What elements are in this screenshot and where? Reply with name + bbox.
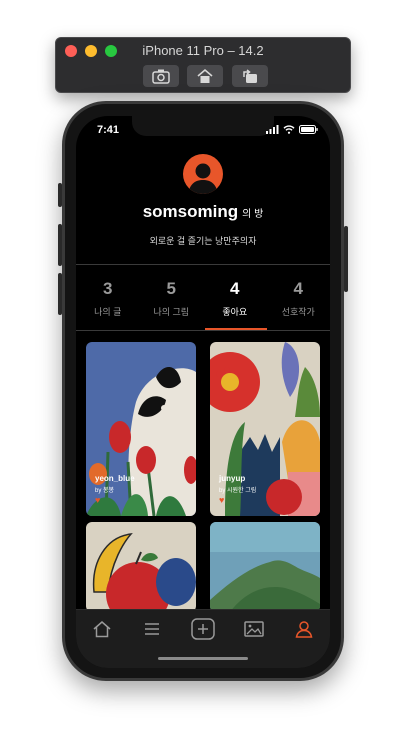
screenshot-icon — [152, 69, 170, 84]
tab-gallery[interactable] — [242, 618, 266, 640]
tab-profile[interactable] — [292, 618, 316, 640]
profile-stats-tabs: 3 나의 글 5 나의 그림 4 좋아요 4 선호작가 — [76, 266, 330, 330]
home-icon — [197, 68, 213, 83]
person-silhouette-icon — [188, 163, 218, 194]
stat-tab-likes[interactable]: 4 좋아요 — [203, 266, 267, 330]
signal-icon — [266, 125, 279, 134]
rotate-icon — [243, 69, 257, 83]
rotate-button[interactable] — [232, 65, 268, 87]
add-icon — [191, 618, 215, 640]
home-indicator[interactable] — [158, 657, 248, 660]
notch — [132, 116, 274, 136]
artwork-card[interactable]: yeon_blue by 봉봉 ♥ — [86, 342, 196, 516]
artwork-card[interactable] — [210, 522, 320, 612]
stat-label: 좋아요 — [222, 307, 248, 317]
tab-home[interactable] — [90, 618, 114, 640]
volume-down-button — [58, 273, 62, 315]
artwork-card[interactable]: junyup by 시원한 그림 ♥ — [210, 342, 320, 516]
tab-list[interactable] — [140, 618, 164, 640]
stat-tab-my-drawings[interactable]: 5 나의 그림 — [140, 266, 204, 330]
stat-tab-my-posts[interactable]: 3 나의 글 — [76, 266, 140, 330]
mute-switch — [58, 183, 62, 207]
tab-add[interactable] — [191, 618, 215, 640]
profile-icon — [295, 621, 313, 638]
app-screen: 7:41 somsoming 의 방 외로운 걸 즐기는 낭만주의자 3 나의 … — [76, 116, 330, 668]
artwork-thumbnail — [210, 522, 320, 612]
list-icon — [145, 623, 159, 635]
stat-count: 5 — [166, 279, 176, 298]
artwork-artist: junyup — [219, 474, 246, 483]
artwork-card[interactable] — [86, 522, 196, 612]
divider — [76, 330, 330, 331]
profile-name: somsoming — [142, 202, 239, 221]
artwork-meta: yeon_blue by 봉봉 ♥ — [95, 474, 135, 505]
power-button — [344, 226, 348, 292]
simulator-toolbar: iPhone 11 Pro – 14.2 — [55, 37, 351, 93]
home-button[interactable] — [187, 65, 223, 87]
artwork-meta: junyup by 시원한 그림 ♥ — [219, 474, 256, 505]
stat-label: 나의 글 — [94, 307, 122, 317]
stat-label: 선호작가 — [281, 307, 315, 317]
profile-title: somsoming 의 방 — [76, 202, 330, 222]
stat-tab-favorite-artists[interactable]: 4 선호작가 — [267, 266, 331, 330]
divider — [76, 264, 330, 265]
battery-icon — [299, 125, 318, 134]
screenshot-button[interactable] — [143, 65, 179, 87]
artwork-author: by 시원한 그림 — [219, 488, 257, 494]
simulator-title: iPhone 11 Pro – 14.2 — [142, 43, 264, 58]
artwork-artist: yeon_blue — [95, 474, 135, 483]
artwork-author: by 봉봉 — [95, 488, 115, 494]
artwork-thumbnail — [86, 522, 196, 612]
home-icon — [93, 621, 111, 638]
simulator-stage: iPhone 11 Pro – 14.2 7:41 somsoming 의 방 … — [0, 0, 406, 754]
stat-count: 3 — [103, 279, 113, 298]
heart-icon[interactable]: ♥ — [219, 495, 256, 505]
heart-icon[interactable]: ♥ — [95, 495, 135, 505]
profile-bio: 외로운 걸 즐기는 낭만주의자 — [149, 236, 257, 246]
gallery-icon — [244, 621, 264, 637]
stat-label: 나의 그림 — [153, 307, 190, 317]
volume-up-button — [58, 224, 62, 266]
wifi-icon — [283, 125, 295, 134]
status-icons — [266, 125, 318, 134]
status-time: 7:41 — [97, 124, 120, 136]
stat-count: 4 — [293, 279, 303, 298]
stat-count: 4 — [230, 279, 240, 298]
avatar[interactable] — [183, 154, 223, 194]
profile-name-suffix: 의 방 — [242, 209, 264, 220]
